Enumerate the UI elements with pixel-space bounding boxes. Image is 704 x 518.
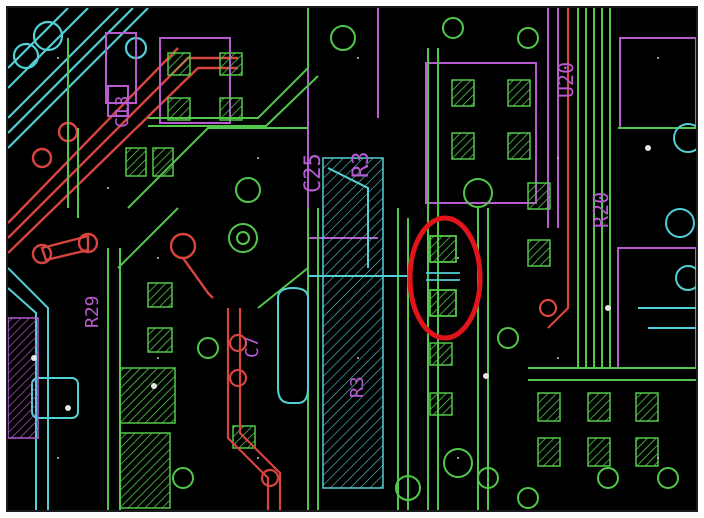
silk-label-r20: R20 — [589, 192, 613, 228]
pcb-layout-view[interactable]: C25 R3 C13 U20 R20 R3 R29 C7 — [6, 6, 698, 512]
silk-label-c25: C25 — [301, 153, 326, 193]
silk-label-u20: U20 — [554, 62, 578, 98]
silk-label-c7: C7 — [242, 336, 263, 358]
silk-label-r3b: R3 — [347, 376, 368, 398]
pcb-canvas[interactable]: C25 R3 C13 U20 R20 R3 R29 C7 — [8, 8, 696, 510]
silk-label-c13: C13 — [112, 95, 133, 128]
silk-label-r3: R3 — [349, 152, 374, 179]
silk-label-r29: R29 — [82, 295, 103, 328]
